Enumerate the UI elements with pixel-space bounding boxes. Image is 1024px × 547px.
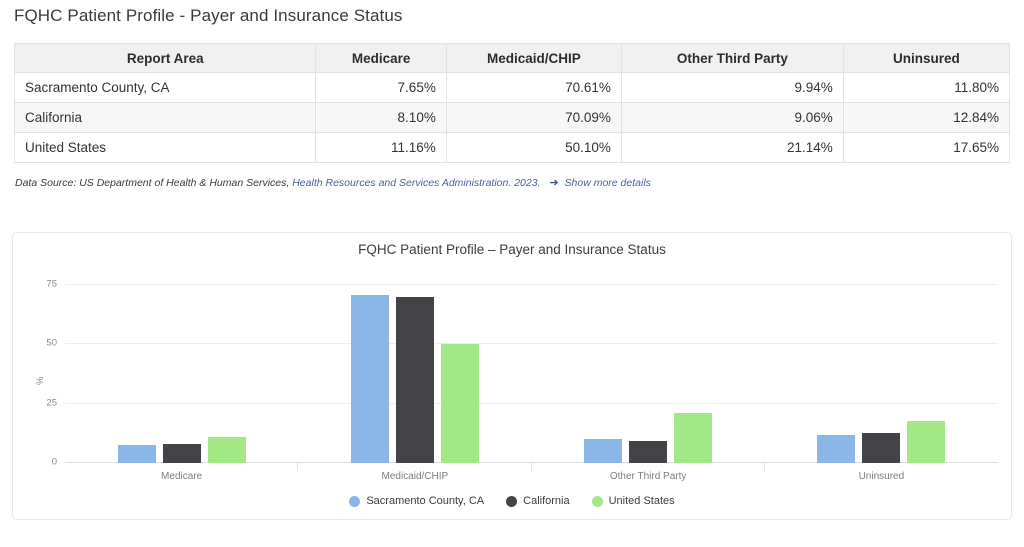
cell-other-third-party: 21.14% <box>620 132 844 163</box>
legend-item-sacramento-county-ca[interactable]: Sacramento County, CA <box>349 495 484 507</box>
legend-item-california[interactable]: California <box>506 495 570 507</box>
cell-report-area: California <box>13 102 317 133</box>
group-separator <box>763 463 765 471</box>
y-tick-label: 0 <box>51 456 57 468</box>
column-header-medicare[interactable]: Medicare <box>315 43 447 73</box>
page-root: FQHC Patient Profile - Payer and Insuran… <box>0 0 1024 547</box>
page-title: FQHC Patient Profile - Payer and Insuran… <box>14 6 403 25</box>
bar-sacramento-county-ca[interactable] <box>584 439 623 463</box>
cell-uninsured: 12.84% <box>842 102 1011 133</box>
bar-california[interactable] <box>862 432 901 463</box>
group-separator <box>530 463 532 471</box>
cell-medicare: 11.16% <box>315 132 447 163</box>
cell-other-third-party: 9.06% <box>620 102 844 133</box>
cell-other-third-party: 9.94% <box>620 72 844 103</box>
table-header-row: Report Area Medicare Medicaid/CHIP Other… <box>13 43 1011 73</box>
table-row: California 8.10% 70.09% 9.06% 12.84% <box>13 102 1011 133</box>
source-link[interactable]: Health Resources and Services Administra… <box>292 177 540 189</box>
cell-medicaid-chip: 70.09% <box>445 102 622 133</box>
legend-label: California <box>523 495 570 507</box>
chart-panel: FQHC Patient Profile – Payer and Insuran… <box>12 232 1012 520</box>
bar-sacramento-county-ca[interactable] <box>817 434 856 463</box>
bar-group-uninsured <box>765 273 998 463</box>
chart-bar-groups <box>65 273 998 471</box>
bar-california[interactable] <box>162 443 201 463</box>
legend-color-dot-icon <box>349 495 361 507</box>
bar-united-states[interactable] <box>440 344 479 463</box>
show-more-details-link[interactable]: Show more details <box>565 177 651 189</box>
arrow-right-icon: ➔ <box>549 177 559 189</box>
payer-insurance-table: Report Area Medicare Medicaid/CHIP Other… <box>13 43 1011 163</box>
y-tick-label: 50 <box>46 337 57 349</box>
group-separator <box>297 463 299 471</box>
data-table-container: Report Area Medicare Medicaid/CHIP Other… <box>13 43 1011 163</box>
bar-group-medicaid-chip <box>298 273 532 471</box>
chart-plot-area: 0 25 50 75 <box>46 273 998 471</box>
chart-x-axis-labels: Medicare Medicaid/CHIP Other Third Party… <box>65 471 998 482</box>
legend-item-united-states[interactable]: United States <box>591 495 675 507</box>
x-tick-label-medicare: Medicare <box>161 471 203 482</box>
source-note: Data Source: US Department of Health & H… <box>15 176 651 189</box>
table-row: United States 11.16% 50.10% 21.14% 17.65… <box>13 132 1011 163</box>
bar-sacramento-county-ca[interactable] <box>350 295 389 463</box>
bar-california[interactable] <box>629 441 668 463</box>
cell-medicare: 7.65% <box>315 72 447 103</box>
column-header-other-third-party[interactable]: Other Third Party <box>620 43 844 73</box>
y-tick-label: 25 <box>46 397 57 409</box>
chart-title: FQHC Patient Profile – Payer and Insuran… <box>358 242 666 257</box>
column-header-medicaid-chip[interactable]: Medicaid/CHIP <box>445 43 622 73</box>
table-body: Sacramento County, CA 7.65% 70.61% 9.94%… <box>13 72 1011 163</box>
bar-united-states[interactable] <box>907 421 946 463</box>
bar-group-other-third-party <box>532 273 765 471</box>
column-header-report-area[interactable]: Report Area <box>13 43 317 73</box>
legend-label: Sacramento County, CA <box>366 495 485 507</box>
bar-california[interactable] <box>395 296 434 463</box>
table-row: Sacramento County, CA 7.65% 70.61% 9.94%… <box>13 72 1011 103</box>
bar-united-states[interactable] <box>207 436 246 463</box>
source-note-prefix: Data Source: US Department of Health & H… <box>15 177 290 189</box>
chart-legend: Sacramento County, CA California United … <box>13 495 1011 507</box>
cell-uninsured: 11.80% <box>842 72 1011 103</box>
x-tick-label-other-third-party: Other Third Party <box>609 471 687 482</box>
legend-color-dot-icon <box>591 495 603 507</box>
chart-y-axis-label: % <box>35 376 46 385</box>
column-header-uninsured[interactable]: Uninsured <box>842 43 1011 73</box>
cell-report-area: Sacramento County, CA <box>13 72 317 103</box>
table-header: Report Area Medicare Medicaid/CHIP Other… <box>13 43 1011 73</box>
bar-sacramento-county-ca[interactable] <box>117 444 156 463</box>
cell-medicare: 8.10% <box>315 102 447 133</box>
bar-group-medicare <box>65 273 299 471</box>
x-tick-label-medicaid-chip: Medicaid/CHIP <box>381 471 449 482</box>
cell-medicaid-chip: 70.61% <box>445 72 622 103</box>
cell-report-area: United States <box>13 132 317 163</box>
x-tick-label-uninsured: Uninsured <box>858 471 905 482</box>
legend-color-dot-icon <box>506 495 518 507</box>
bar-united-states[interactable] <box>674 412 713 463</box>
legend-label: United States <box>608 495 675 507</box>
cell-uninsured: 17.65% <box>842 132 1011 163</box>
cell-medicaid-chip: 50.10% <box>445 132 622 163</box>
y-tick-label: 75 <box>46 278 57 290</box>
